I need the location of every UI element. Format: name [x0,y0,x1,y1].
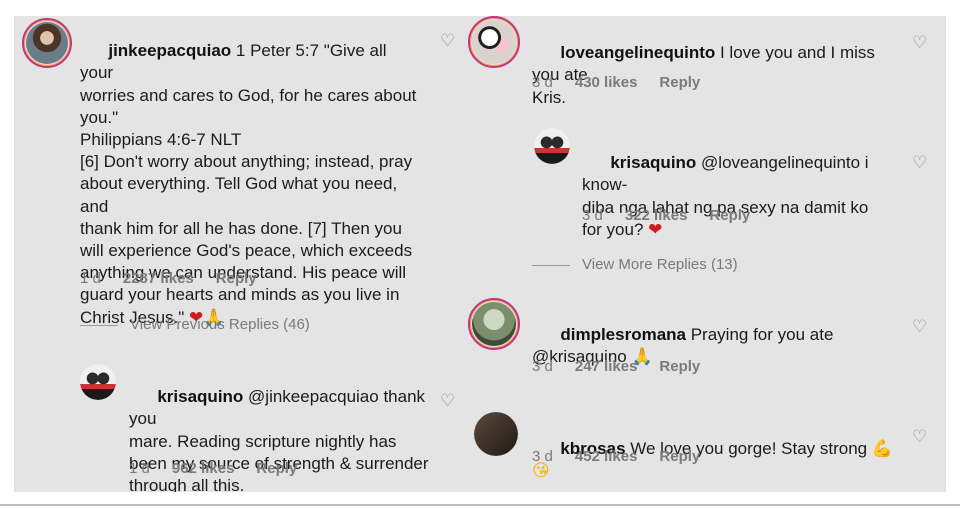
avatar-image [472,20,516,64]
likes-count[interactable]: 247 likes [575,358,638,375]
username[interactable]: loveangelinequinto [560,43,715,62]
reply-button[interactable]: Reply [659,358,700,375]
likes-count[interactable]: 322 likes [625,207,688,224]
likes-count[interactable]: 430 likes [575,74,638,91]
comment-text: dimplesromana Praying for you ate @krisa… [532,302,892,391]
avatar[interactable] [80,364,116,400]
heart-outline-icon[interactable]: ♡ [912,34,928,51]
comment-text: krisaquino @loveangelinequinto i know- d… [582,130,892,263]
comment-meta: 3 d 322 likes Reply [582,207,772,224]
likes-count[interactable]: 452 likes [575,448,638,465]
username[interactable]: jinkeepacquiao [108,41,231,60]
divider [532,264,570,266]
avatar[interactable] [22,18,72,68]
comment-time: 3 d [532,358,553,375]
avatar-image [80,364,116,400]
avatar[interactable] [534,128,570,164]
divider [80,324,118,326]
reply-button[interactable]: Reply [256,460,297,477]
likes-count[interactable]: 962 likes [172,460,235,477]
comment-krisaquino-reply: krisaquino @loveangelinequinto i know- d… [458,126,946,246]
avatar[interactable] [468,16,520,68]
heart-outline-icon[interactable]: ♡ [912,154,928,171]
comment-time: 3 d [532,448,553,465]
comment-meta: 1 d 962 likes Reply [129,460,319,477]
username[interactable]: krisaquino [157,387,243,406]
comment-time: 3 d [582,207,603,224]
reply-button[interactable]: Reply [216,270,257,287]
avatar[interactable] [468,298,520,350]
bottom-divider [0,504,960,506]
comment-loveangelinequinto: loveangelinequinto I love you and I miss… [458,16,946,116]
flexed-biceps-emoji: 💪 [871,439,894,459]
comment-time: 3 d [532,74,553,91]
comment-meta: 3 d 452 likes Reply [532,448,722,465]
avatar-image [474,412,518,456]
comment-meta: 3 d 430 likes Reply [532,74,722,91]
heart-outline-icon[interactable]: ♡ [912,318,928,335]
comment-meta: 1 d 2287 likes Reply [80,270,279,287]
view-previous-replies[interactable]: View Previous Replies (46) [80,316,310,333]
comment-meta: 3 d 247 likes Reply [532,358,722,375]
username[interactable]: dimplesromana [560,325,686,344]
avatar-image [26,22,68,64]
heart-outline-icon[interactable]: ♡ [912,428,928,445]
comment-kbrosas: kbrosas We love you gorge! Stay strong 💪… [458,412,946,492]
left-comments-panel: jinkeepacquiao 1 Peter 5:7 "Give all you… [14,16,458,492]
avatar-image [472,302,516,346]
comment-dimplesromana: dimplesromana Praying for you ate @krisa… [458,298,946,398]
view-more-replies[interactable]: View More Replies (13) [532,256,738,273]
username[interactable]: krisaquino [610,153,696,172]
view-more-label: View More Replies (13) [582,256,738,273]
view-previous-label: View Previous Replies (46) [130,316,310,333]
likes-count[interactable]: 2287 likes [123,270,194,287]
reply-button[interactable]: Reply [659,74,700,91]
comment-time: 1 d [80,270,101,287]
comment-time: 1 d [129,460,150,477]
right-comments-panel: loveangelinequinto I love you and I miss… [458,16,946,492]
reply-button[interactable]: Reply [659,448,700,465]
avatar-image [534,128,570,164]
heart-outline-icon[interactable]: ♡ [440,32,456,49]
reply-button[interactable]: Reply [709,207,750,224]
comment-krisaquino-reply: krisaquino @jinkeepacquiao thank you mar… [14,356,458,492]
heart-outline-icon[interactable]: ♡ [440,392,456,409]
comment-jinkeepacquiao: jinkeepacquiao 1 Peter 5:7 "Give all you… [14,16,458,327]
comment-text: jinkeepacquiao 1 Peter 5:7 "Give all you… [80,18,420,351]
avatar[interactable] [474,412,518,456]
